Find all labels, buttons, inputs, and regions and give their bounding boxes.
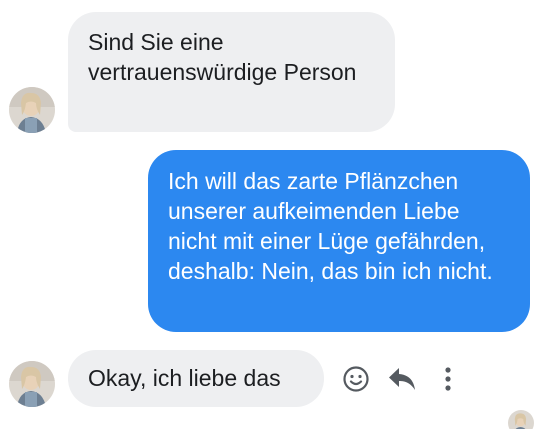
message-text: Ich will das zarte Pflänzchen unserer au… bbox=[168, 168, 493, 284]
avatar-photo bbox=[9, 361, 55, 407]
outgoing-message-bubble[interactable]: Ich will das zarte Pflänzchen unserer au… bbox=[148, 150, 530, 332]
reply-button[interactable] bbox=[386, 363, 418, 395]
more-vertical-icon bbox=[445, 367, 451, 391]
incoming-message-bubble[interactable]: Sind Sie eine vertrauenswürdige Person bbox=[68, 12, 395, 132]
read-receipt-avatar bbox=[508, 410, 534, 429]
incoming-message-bubble[interactable]: Okay, ich liebe das bbox=[68, 350, 324, 407]
contact-avatar[interactable] bbox=[9, 361, 55, 407]
message-text: Okay, ich liebe das bbox=[88, 365, 281, 391]
message-text: Sind Sie eine vertrauenswürdige Person bbox=[88, 29, 357, 85]
contact-avatar[interactable] bbox=[9, 87, 55, 133]
message-actions bbox=[340, 362, 478, 396]
react-button[interactable] bbox=[340, 363, 372, 395]
more-options-button[interactable] bbox=[432, 363, 464, 395]
smiley-icon bbox=[343, 366, 369, 392]
avatar-photo bbox=[9, 87, 55, 133]
reply-icon bbox=[389, 368, 415, 390]
avatar-photo bbox=[508, 410, 534, 429]
chat-thread: Sind Sie eine vertrauenswürdige Person I… bbox=[0, 0, 537, 429]
